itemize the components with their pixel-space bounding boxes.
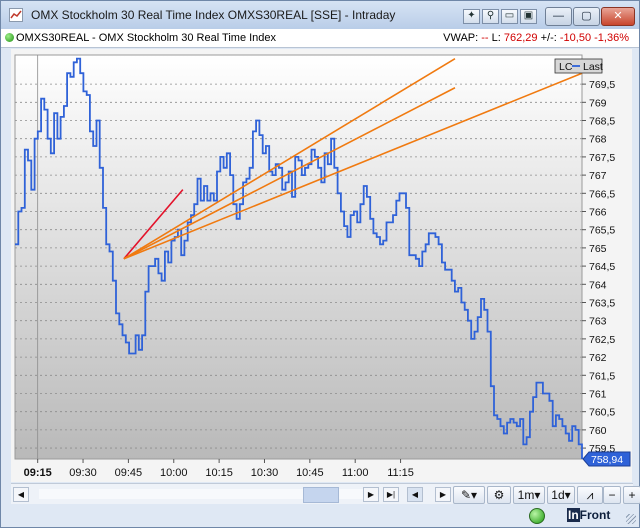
- y-tick-label: 769,5: [589, 79, 615, 91]
- x-tick-label: 09:45: [115, 467, 143, 479]
- minimize-button[interactable]: —: [545, 7, 572, 26]
- y-tick-label: 763,5: [589, 297, 615, 309]
- resize-grip[interactable]: [626, 514, 636, 524]
- change-value: -10,50: [559, 32, 592, 44]
- scroll-right-arrow[interactable]: ▶: [363, 487, 379, 502]
- brand-rest: Front: [579, 508, 611, 522]
- y-tick-label: 761: [589, 388, 607, 400]
- y-tick-label: 769: [589, 97, 607, 109]
- zoom-out-button[interactable]: −: [603, 486, 621, 504]
- range-dropdown[interactable]: 1d▾: [547, 486, 575, 504]
- y-tick-label: 760: [589, 425, 607, 437]
- last-price-label: 758,94: [591, 454, 623, 466]
- app-window: OMX Stockholm 30 Real Time Index OMXS30R…: [0, 0, 640, 528]
- y-tick-label: 764,5: [589, 261, 615, 273]
- y-tick-label: 764: [589, 279, 607, 291]
- y-tick-label: 765,5: [589, 225, 615, 237]
- last-value: 762,29: [503, 32, 538, 44]
- vwap-value: --: [481, 32, 489, 44]
- x-tick-label: 10:15: [205, 467, 233, 479]
- chart-type-icon[interactable]: ⩘: [577, 486, 603, 504]
- y-tick-label: 765: [589, 243, 607, 255]
- price-chart[interactable]: 769,5 769 768,5 768 767,5 767 766,5 766 765,5 765…: [11, 49, 632, 482]
- settings-icon[interactable]: ✦: [463, 9, 480, 24]
- y-tick-label: 767: [589, 170, 607, 182]
- x-tick-label: 10:00: [160, 467, 188, 479]
- change-label: +/-:: [540, 32, 557, 44]
- range-value: 1d: [551, 488, 565, 502]
- y-tick-label: 760,5: [589, 407, 615, 419]
- drawing-tools-icon[interactable]: ✎▾: [453, 486, 485, 504]
- y-tick-label: 762: [589, 352, 607, 364]
- last-label: L:: [491, 32, 501, 44]
- x-tick-label: 09:15: [24, 467, 52, 479]
- window-title: OMX Stockholm 30 Real Time Index OMXS30R…: [31, 8, 396, 22]
- y-tick-label: 763: [589, 316, 607, 328]
- legend-last: Last: [583, 61, 603, 73]
- x-tick-label: 11:15: [387, 467, 414, 479]
- y-tick-label: 768,5: [589, 116, 615, 128]
- plot-area: [14, 54, 583, 460]
- pin-icon[interactable]: ▭: [501, 9, 518, 24]
- y-tick-label: 766,5: [589, 188, 615, 200]
- scroll-thumb[interactable]: [303, 487, 339, 503]
- x-tick-label: 09:30: [69, 467, 97, 479]
- connection-status-icon: [5, 33, 14, 42]
- scroll-end-button[interactable]: ▶|: [383, 487, 399, 502]
- scroll-back-button[interactable]: ◀: [407, 487, 423, 502]
- time-scrollbar[interactable]: ◀ ▶ ▶| ◀ ▶ ✎▾ ⚙ 1m▾ 1d▾ ⩘ − +: [11, 483, 640, 504]
- change-percent: -1,36%: [594, 32, 629, 44]
- interval-value: 1m: [517, 488, 535, 502]
- y-tick-label: 767,5: [589, 152, 615, 164]
- chart-app-icon: [9, 8, 23, 22]
- online-status-icon: [529, 508, 545, 524]
- y-tick-label: 761,5: [589, 370, 615, 382]
- scroll-forward-button[interactable]: ▶: [435, 487, 451, 502]
- legend-lc: LC: [559, 61, 573, 73]
- y-tick-label: 768: [589, 134, 607, 146]
- instrument-name: OMXS30REAL - OMX Stockholm 30 Real Time …: [16, 32, 277, 44]
- instrument-info-bar: OMXS30REAL - OMX Stockholm 30 Real Time …: [1, 29, 639, 48]
- y-tick-label: 766: [589, 207, 607, 219]
- brand-in: In: [567, 508, 580, 522]
- x-tick-label: 10:45: [296, 467, 324, 479]
- chart-canvas[interactable]: 769,5 769 768,5 768 767,5 767 766,5 766 765,5 765…: [11, 49, 632, 482]
- x-tick-label: 10:30: [251, 467, 279, 479]
- link-icon[interactable]: ⚲: [482, 9, 499, 24]
- quote-summary: VWAP: -- L: 762,29 +/-: -10,50 -1,36%: [443, 32, 629, 44]
- maximize-button[interactable]: ▢: [573, 7, 600, 26]
- settings-gear-icon[interactable]: ⚙: [487, 486, 511, 504]
- vwap-label: VWAP:: [443, 32, 479, 44]
- scroll-left-arrow[interactable]: ◀: [13, 487, 29, 502]
- close-button[interactable]: ✕: [601, 7, 635, 26]
- title-bar[interactable]: OMX Stockholm 30 Real Time Index OMXS30R…: [1, 1, 639, 29]
- zoom-in-button[interactable]: +: [623, 486, 640, 504]
- interval-dropdown[interactable]: 1m▾: [513, 486, 545, 504]
- status-bar: InFront: [1, 505, 639, 527]
- brand-logo: InFront: [567, 508, 610, 522]
- x-tick-label: 11:00: [342, 467, 369, 479]
- restore-icon[interactable]: ▣: [520, 9, 537, 24]
- y-tick-label: 762,5: [589, 334, 615, 346]
